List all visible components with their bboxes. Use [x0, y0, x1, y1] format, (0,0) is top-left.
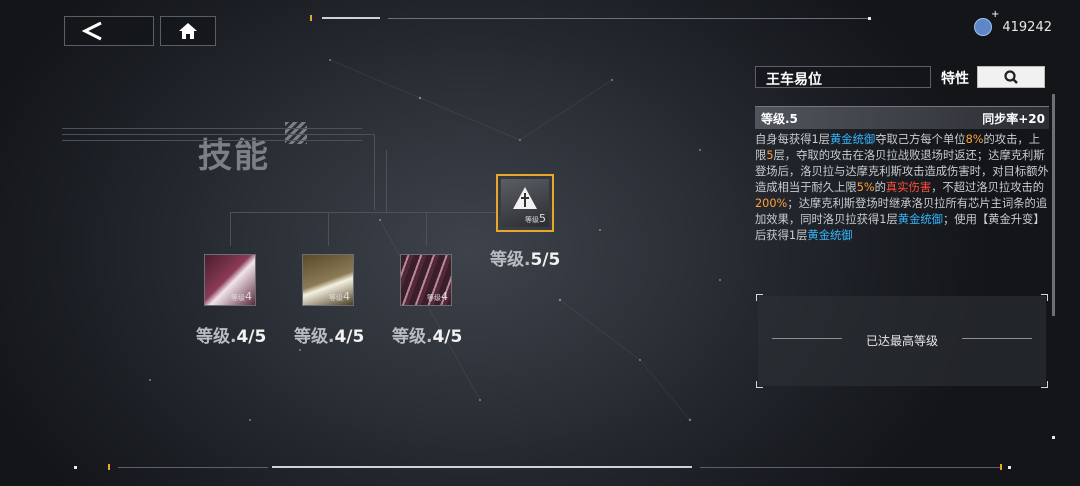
skill-node-main[interactable]: 等级5: [496, 174, 554, 232]
max-level-text: 已达最高等级: [865, 334, 938, 348]
circuit-line: [328, 212, 329, 246]
skill-name-bar: 王车易位: [755, 66, 931, 88]
emblem-icon: [513, 187, 537, 209]
corner-dot: [1052, 436, 1055, 439]
circuit-line: [386, 150, 387, 212]
top-dot: [868, 17, 871, 20]
circuit-line: [426, 212, 427, 246]
top-tick-mark: [310, 15, 312, 21]
search-icon: [1004, 70, 1018, 84]
bottom-divider-thin: [118, 467, 268, 468]
home-icon: [179, 23, 197, 39]
skill-node-3[interactable]: 等级4: [400, 254, 452, 306]
currency-display: 419242: [974, 9, 1052, 36]
level-text: 等级.5: [761, 112, 798, 126]
skill-level-label: 等级.4/5: [294, 327, 365, 347]
skill-level-label: 等级.5/5: [490, 250, 561, 270]
skill-description: 自身每获得1层黄金统御夺取己方每个单位8%的攻击，上限5层，夺取的攻击在洛贝拉战…: [755, 133, 1049, 242]
trait-label: 特性: [941, 71, 969, 87]
bottom-divider-bright: [272, 466, 692, 468]
circuit-line: [62, 128, 362, 129]
bottom-dot: [74, 466, 77, 469]
top-divider-bright: [322, 17, 380, 19]
circuit-line: [62, 134, 374, 135]
description-scrollbar[interactable]: [1052, 94, 1055, 316]
search-button[interactable]: [977, 66, 1045, 88]
skill-level-label: 等级.4/5: [196, 327, 267, 347]
circuit-line: [230, 212, 231, 246]
back-arrow-icon: [81, 21, 102, 41]
bottom-tick-mark: [1000, 464, 1002, 470]
skill-node-1[interactable]: 等级4: [204, 254, 256, 306]
bottom-tick-mark: [108, 464, 110, 470]
top-divider-thin: [388, 18, 868, 19]
circuit-line: [230, 212, 498, 213]
skill-node-2[interactable]: 等级4: [302, 254, 354, 306]
circuit-line: [62, 140, 362, 141]
level-bar: 等级.5 同步率+20: [755, 106, 1049, 129]
skill-name: 王车易位: [766, 72, 822, 88]
sync-rate-text: 同步率+20: [982, 112, 1045, 126]
currency-amount: 419242: [1002, 19, 1052, 35]
bottom-dot: [1008, 466, 1011, 469]
back-button[interactable]: [64, 16, 154, 46]
max-level-box: 已达最高等级: [756, 294, 1048, 388]
home-button[interactable]: [160, 16, 216, 46]
gem-icon: [974, 9, 999, 36]
skills-title: 技能: [198, 136, 270, 176]
skill-level-label: 等级.4/5: [392, 327, 463, 347]
bottom-divider-thin: [700, 467, 1000, 468]
circuit-line: [374, 134, 375, 210]
